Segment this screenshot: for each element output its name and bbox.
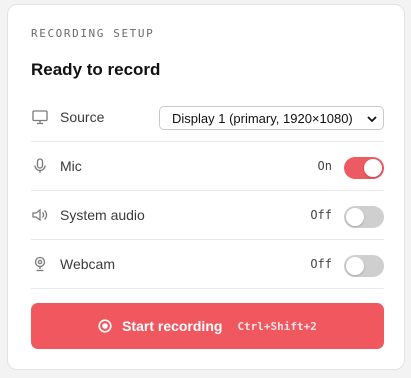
webcam-toggle[interactable] [344, 255, 384, 277]
start-recording-label: Start recording [122, 318, 223, 334]
source-row: Source Display 1 (primary, 1920×1080) [31, 93, 384, 142]
system-audio-label: System audio [60, 207, 145, 223]
webcam-row: Webcam Off [31, 240, 384, 289]
record-icon [98, 319, 112, 333]
system-audio-toggle[interactable] [344, 206, 384, 228]
webcam-icon [31, 255, 49, 273]
webcam-state-text: Off [310, 257, 332, 271]
mic-toggle[interactable] [344, 157, 384, 179]
toggle-knob [364, 159, 382, 177]
toggle-knob [346, 257, 364, 275]
start-recording-button[interactable]: Start recording Ctrl+Shift+2 [31, 303, 384, 349]
monitor-icon [31, 108, 49, 126]
page-title: Ready to record [31, 60, 161, 79]
system-audio-row: System audio Off [31, 191, 384, 240]
mic-label: Mic [60, 158, 82, 174]
microphone-icon [31, 157, 49, 175]
toggle-knob [346, 208, 364, 226]
settings-list: Source Display 1 (primary, 1920×1080) Mi… [31, 93, 384, 289]
chevron-down-icon [366, 112, 378, 129]
webcam-label: Webcam [60, 256, 115, 272]
source-label: Source [60, 109, 105, 125]
system-audio-state-text: Off [310, 208, 332, 222]
section-eyebrow: RECORDING SETUP [31, 27, 155, 40]
mic-state-text: On [317, 159, 332, 173]
source-selected-value: Display 1 (primary, 1920×1080) [172, 110, 353, 126]
recording-setup-card: RECORDING SETUP Ready to record Source D… [7, 4, 405, 370]
source-select[interactable]: Display 1 (primary, 1920×1080) [159, 106, 384, 130]
speaker-icon [31, 206, 49, 224]
keyboard-shortcut-hint: Ctrl+Shift+2 [237, 319, 317, 333]
mic-row: Mic On [31, 142, 384, 191]
